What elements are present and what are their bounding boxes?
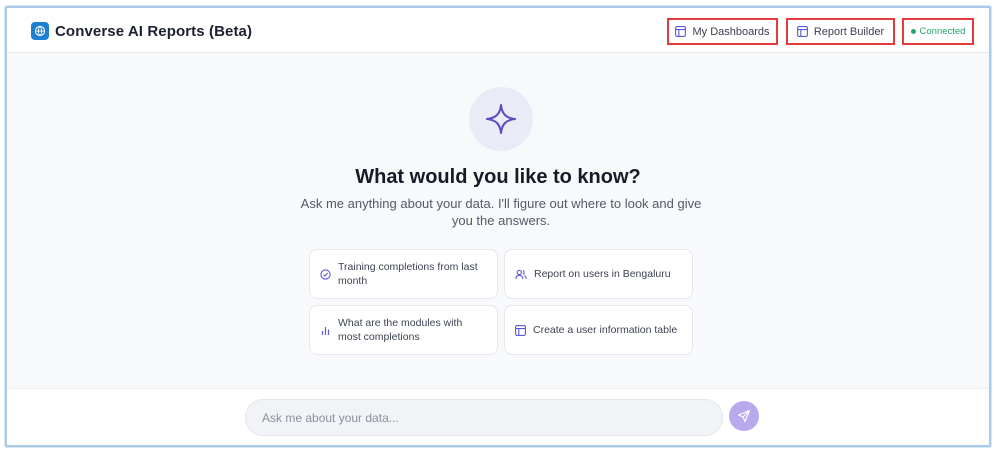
table-icon bbox=[515, 324, 526, 336]
connection-status-badge: Connected bbox=[902, 18, 974, 45]
suggestion-label: Create a user information table bbox=[533, 324, 678, 336]
my-dashboards-label: My Dashboards bbox=[692, 25, 770, 38]
layout-icon bbox=[796, 26, 808, 37]
hero-title: What would you like to know? bbox=[355, 166, 641, 188]
app-window: Converse AI Reports (Beta) My Dashboards… bbox=[5, 6, 991, 447]
globe-logo-icon bbox=[31, 22, 49, 40]
top-header: Converse AI Reports (Beta) My Dashboards… bbox=[7, 8, 989, 53]
layout-icon bbox=[675, 26, 687, 37]
suggestion-card-modules-completions[interactable]: What are the modules with most completio… bbox=[309, 305, 498, 355]
report-builder-label: Report Builder bbox=[813, 25, 885, 38]
suggestion-label: What are the modules with most completio… bbox=[338, 317, 463, 343]
send-button[interactable] bbox=[729, 401, 759, 431]
suggestion-label: Report on users in Bengaluru bbox=[534, 268, 671, 280]
users-icon bbox=[515, 269, 527, 280]
app-title: Converse AI Reports (Beta) bbox=[55, 22, 253, 40]
suggestion-label: Training completions from last month bbox=[338, 261, 478, 287]
brand: Converse AI Reports (Beta) bbox=[31, 21, 252, 41]
report-builder-button[interactable]: Report Builder bbox=[786, 18, 895, 45]
connection-status-label: Connected bbox=[919, 26, 966, 37]
send-icon bbox=[737, 409, 751, 423]
hero-subtitle: Ask me anything about your data. I'll fi… bbox=[300, 196, 702, 228]
bar-chart-icon bbox=[320, 325, 331, 336]
suggestion-card-user-info-table[interactable]: Create a user information table bbox=[504, 305, 693, 355]
status-dot-icon bbox=[910, 29, 916, 34]
chat-input[interactable] bbox=[245, 399, 723, 436]
check-circle-icon bbox=[320, 268, 331, 280]
chat-input-bar bbox=[7, 388, 989, 445]
suggestion-card-training-completions[interactable]: Training completions from last month bbox=[309, 249, 498, 299]
sparkle-icon bbox=[469, 87, 533, 151]
suggestion-card-users-bengaluru[interactable]: Report on users in Bengaluru bbox=[504, 249, 693, 299]
my-dashboards-button[interactable]: My Dashboards bbox=[667, 18, 778, 45]
